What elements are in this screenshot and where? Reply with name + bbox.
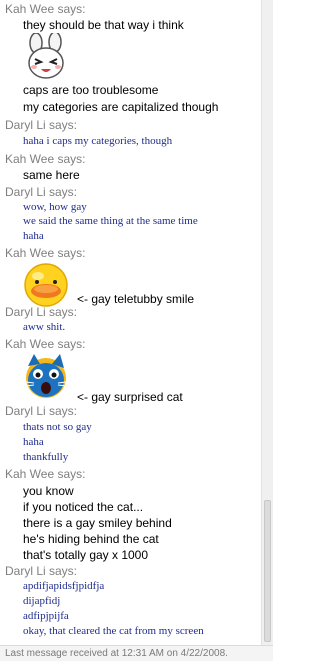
message-line: haha	[23, 436, 44, 448]
message-line: that's totally gay x 1000	[23, 548, 149, 562]
message-line: <- gay surprised cat	[77, 390, 183, 404]
message-line: same here	[23, 168, 80, 182]
conversation-history[interactable]: Kah Wee says: they should be that way i …	[0, 0, 262, 645]
message-line: apdifjapidsfjpidfja	[23, 580, 105, 592]
status-bar: Last message received at 12:31 AM on 4/2…	[0, 645, 273, 661]
sender-name: Kah Wee says:	[5, 152, 86, 166]
message-line: they should be that way i think	[23, 18, 184, 32]
message-line: haha	[23, 230, 44, 242]
sender-name: Daryl Li says:	[5, 404, 78, 418]
message-line: if you noticed the cat...	[23, 500, 144, 514]
sender-name: Kah Wee says:	[5, 2, 86, 16]
scrollbar-thumb[interactable]	[264, 500, 271, 642]
sender-name: Kah Wee says:	[5, 246, 86, 260]
message-line: you know	[23, 484, 74, 498]
message-line: adfipjpijfa	[23, 610, 69, 622]
sender-name: Kah Wee says:	[5, 337, 86, 351]
sender-name: Kah Wee says:	[5, 467, 86, 481]
message-line: my categories are capitalized though	[23, 100, 219, 114]
sender-name: Daryl Li says:	[5, 185, 78, 199]
surprised-cat-icon	[22, 352, 70, 400]
message-line: aww shit.	[23, 321, 66, 333]
message-line: dijapfidj	[23, 595, 61, 607]
sender-name: Daryl Li says:	[5, 305, 78, 319]
message-line: okay, that cleared the cat from my scree…	[23, 625, 204, 637]
sender-name: Daryl Li says:	[5, 564, 78, 578]
sender-name: Daryl Li says:	[5, 118, 78, 132]
rabbit-face-icon	[22, 33, 70, 81]
message-line: he's hiding behind the cat	[23, 532, 159, 546]
message-line: caps are too troublesome	[23, 83, 159, 97]
message-line: wow, how gay	[23, 201, 87, 213]
message-line: haha i caps my categories, though	[23, 135, 173, 147]
message-line: there is a gay smiley behind	[23, 516, 172, 530]
message-line: we said the same thing at the same time	[23, 215, 198, 227]
message-line: thats not so gay	[23, 421, 92, 433]
teletubby-sun-icon	[22, 261, 70, 309]
message-line: <- gay teletubby smile	[77, 292, 195, 306]
message-line: thankfully	[23, 451, 69, 463]
vertical-scrollbar[interactable]	[261, 0, 273, 645]
